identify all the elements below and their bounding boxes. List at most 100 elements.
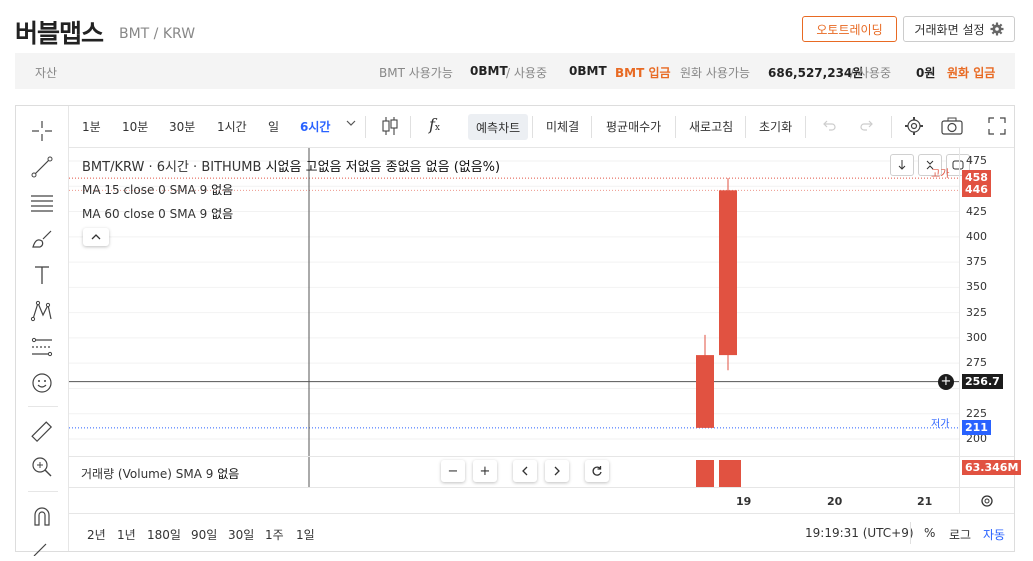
clock-timezone[interactable]: 19:19:31 (UTC+9) <box>805 526 914 540</box>
text-tool-icon[interactable] <box>29 262 55 288</box>
auto-scale-toggle[interactable]: 자동 <box>983 526 1005 543</box>
candle-type-icon[interactable] <box>381 116 399 139</box>
zoom-in-icon[interactable] <box>29 454 55 480</box>
avg-buy-price-button[interactable]: 평균매수가 <box>606 118 661 135</box>
toolbar-divider <box>591 116 592 138</box>
screen-settings-button[interactable]: 거래화면 설정 <box>903 16 1015 42</box>
pencil-lock-icon[interactable] <box>29 536 55 561</box>
interval-day[interactable]: 일 <box>268 118 279 135</box>
zoom-out-button[interactable]: − <box>441 460 465 482</box>
redo-icon[interactable] <box>859 117 875 136</box>
krw-deposit-link[interactable]: 원화 입금 <box>947 64 995 81</box>
legend-ma15: MA 15 close 0 SMA 9 <box>82 183 208 197</box>
fullscreen-icon[interactable] <box>987 116 1007 139</box>
brush-icon[interactable] <box>29 226 55 252</box>
scroll-left-button[interactable] <box>513 460 537 482</box>
bmt-in-use-label: / 사용중 <box>506 66 547 80</box>
range-2y[interactable]: 2년 <box>87 526 106 543</box>
time-axis[interactable]: 19 20 21 <box>69 487 959 513</box>
price-tick: 275 <box>966 356 987 370</box>
auto-trading-button[interactable]: 오토트레이딩 <box>802 16 897 42</box>
legend-ma60-value: 없음 <box>211 207 234 221</box>
add-alert-plus-icon[interactable]: + <box>938 373 954 390</box>
page-title: 버블맵스 <box>15 19 104 48</box>
toolbar-divider <box>675 116 676 138</box>
close-price-label: 446 <box>962 182 991 198</box>
tools-divider <box>28 406 58 407</box>
emoji-icon[interactable] <box>29 370 55 396</box>
interval-6h[interactable]: 6시간 <box>300 118 330 135</box>
crosshair-icon[interactable] <box>29 118 55 144</box>
candle-body <box>719 190 737 356</box>
price-axis[interactable]: 475 425 400 375 350 325 300 275 225 200 458 446 2… <box>959 148 1014 488</box>
indicators-fx-icon[interactable]: fx <box>429 115 440 134</box>
gear-icon <box>990 22 1004 36</box>
legend-collapse-button[interactable] <box>83 228 109 246</box>
camera-icon[interactable] <box>940 116 964 139</box>
legend-ma15-value: 없음 <box>211 183 234 197</box>
reset-button[interactable]: 초기화 <box>759 118 792 135</box>
scroll-right-button[interactable] <box>545 460 569 482</box>
price-tick: 400 <box>966 229 987 243</box>
undo-icon[interactable] <box>821 117 837 136</box>
bmt-in-use-value: 0BMT <box>569 64 607 78</box>
bmt-deposit-link[interactable]: BMT 입금 <box>615 64 671 81</box>
fib-lines-icon[interactable] <box>29 190 55 216</box>
low-tag: 저가 <box>931 418 950 430</box>
toolbar-divider <box>891 116 892 138</box>
range-90d[interactable]: 90일 <box>191 526 217 543</box>
interval-10m[interactable]: 10분 <box>122 118 148 135</box>
magnet-icon[interactable] <box>29 504 55 530</box>
volume-pane: 거래량 (Volume) SMA 9 없음 − + <box>69 456 959 488</box>
interval-30m[interactable]: 30분 <box>169 118 195 135</box>
legend-ma15-row: MA 15 close 0 SMA 9 없음 <box>82 181 233 198</box>
range-30d[interactable]: 30일 <box>228 526 254 543</box>
log-toggle[interactable]: 로그 <box>949 526 971 543</box>
bmt-available-label: BMT 사용가능 <box>379 66 453 80</box>
prediction-icon[interactable] <box>29 334 55 360</box>
market-pair: BMT / KRW <box>119 26 196 42</box>
legend-volume-row: 거래량 (Volume) SMA 9 없음 <box>81 465 239 482</box>
toolbar-divider <box>532 116 533 138</box>
interval-1h[interactable]: 1시간 <box>217 118 247 135</box>
range-1d[interactable]: 1일 <box>296 526 315 543</box>
legend-ohlc: 시없음 고없음 저없음 종없음 없음 (없음%) <box>265 160 501 175</box>
price-tick: 475 <box>966 154 987 167</box>
bmt-available-value: 0BMT <box>470 64 508 78</box>
legend-volume: 거래량 (Volume) SMA 9 <box>81 467 214 481</box>
range-180d[interactable]: 180일 <box>147 526 181 543</box>
toolbar-divider <box>805 116 806 138</box>
axis-settings-icon[interactable] <box>959 487 1014 513</box>
screen-settings-label: 거래화면 설정 <box>914 22 985 37</box>
legend-symbol: BMT/KRW · 6시간 · BITHUMB <box>82 160 262 175</box>
krw-in-use-label: / 사용중 <box>850 66 891 80</box>
range-1w[interactable]: 1주 <box>265 526 284 543</box>
krw-in-use-value: 0원 <box>916 66 936 80</box>
unfilled-orders-button[interactable]: 미체결 <box>546 118 579 135</box>
toolbar-divider <box>745 116 746 138</box>
interval-1m[interactable]: 1분 <box>82 118 101 135</box>
high-tag: 고가 <box>931 169 950 181</box>
ruler-icon[interactable] <box>29 419 55 445</box>
price-tick: 425 <box>966 204 987 218</box>
reset-chart-icon[interactable] <box>585 460 609 482</box>
range-1y[interactable]: 1년 <box>117 526 136 543</box>
cursor-price-label: 256.7 <box>962 373 1003 389</box>
time-tick: 21 <box>917 495 933 508</box>
chart-widget: 1분 10분 30분 1시간 일 6시간 fx 예측차트 미체결 평균매수가 새… <box>15 105 1022 556</box>
percent-toggle[interactable]: % <box>924 526 935 540</box>
price-tick: 225 <box>966 406 987 420</box>
chart-settings-gear-icon[interactable] <box>904 116 924 139</box>
forecast-chart-button[interactable]: 예측차트 <box>468 114 529 140</box>
legend-ma60: MA 60 close 0 SMA 9 <box>82 207 208 221</box>
interval-dropdown-chevron-down-icon[interactable] <box>346 116 356 133</box>
krw-available-label: 원화 사용가능 <box>680 66 751 80</box>
refresh-button[interactable]: 새로고침 <box>689 118 733 135</box>
trend-line-icon[interactable] <box>29 154 55 180</box>
price-plot[interactable]: BMT/KRW · 6시간 · BITHUMB 시없음 고없음 저없음 종없음 … <box>69 148 970 488</box>
tools-divider <box>28 491 58 492</box>
pane-move-down-icon[interactable] <box>890 154 914 176</box>
price-tick: 375 <box>966 255 987 269</box>
zoom-in-button[interactable]: + <box>473 460 497 482</box>
pattern-icon[interactable] <box>29 298 55 324</box>
